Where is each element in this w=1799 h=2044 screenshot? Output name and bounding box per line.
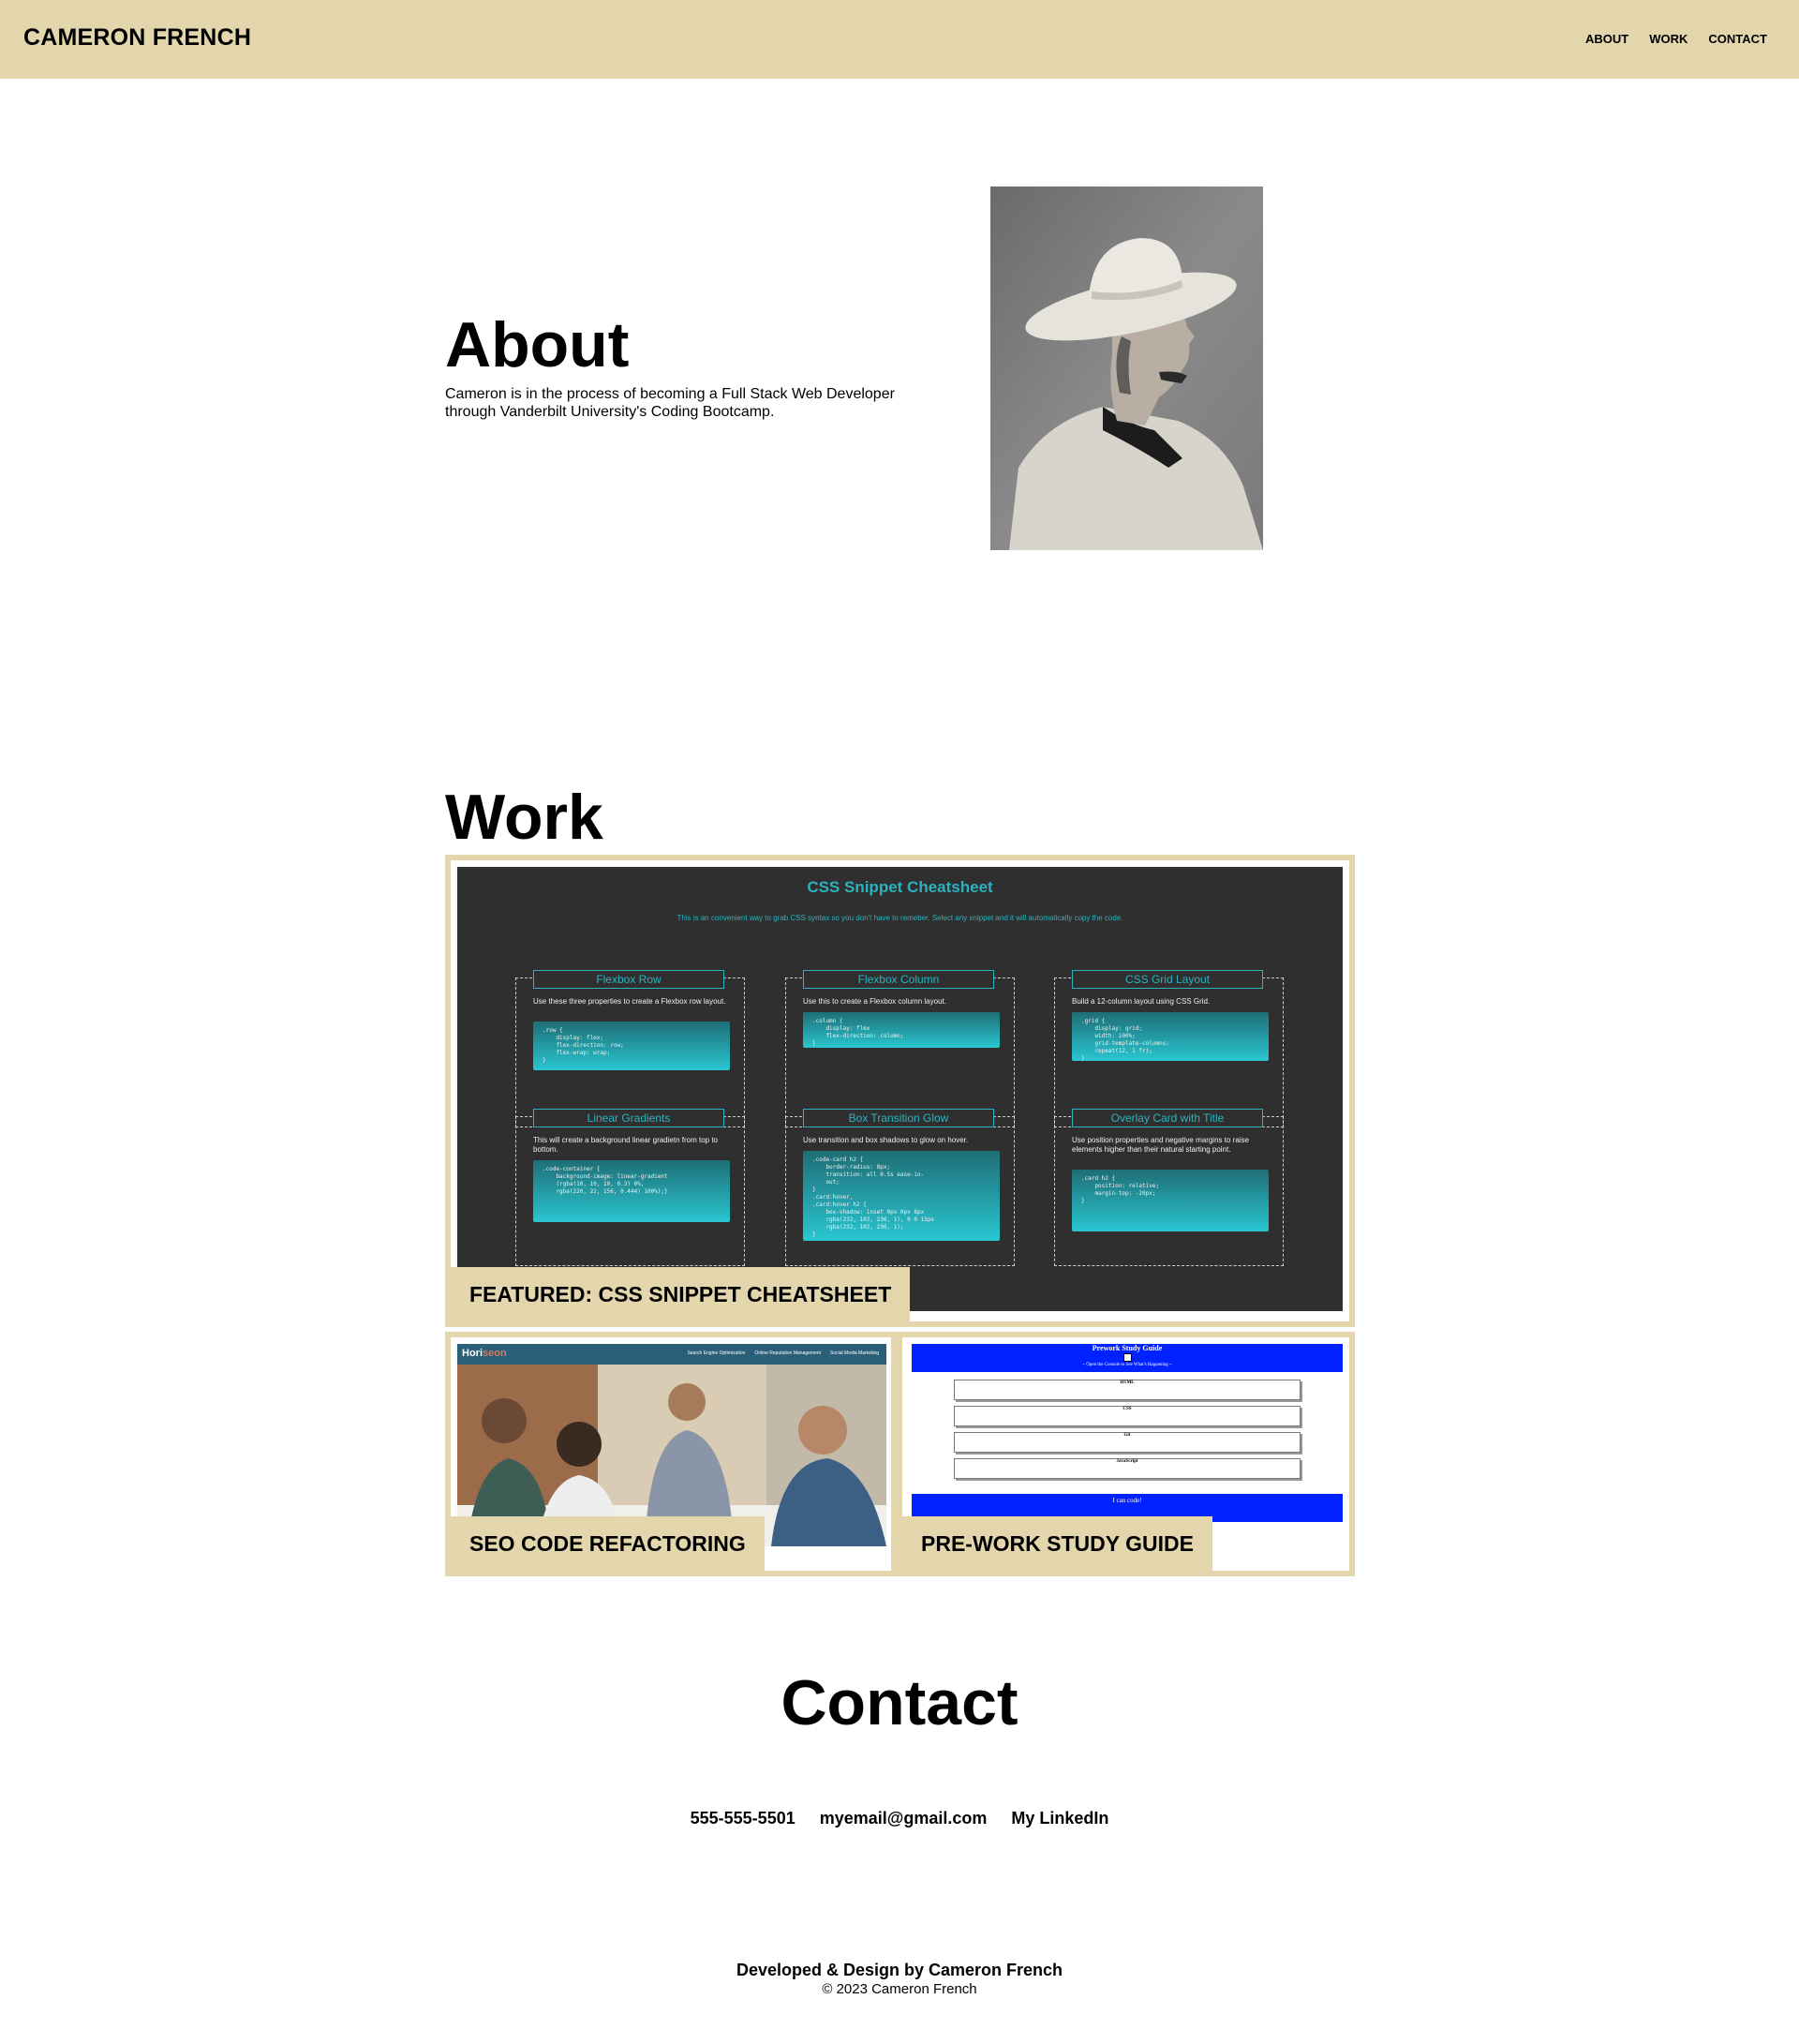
cheatsheet-subtitle: This is an convenient way to grab CSS sy… xyxy=(676,914,1123,922)
snippet-title: Flexbox Column xyxy=(803,970,994,989)
seo-logo: Horiseon xyxy=(462,1348,507,1359)
nav-link-contact[interactable]: CONTACT xyxy=(1708,32,1767,46)
site-header: CAMERON FRENCH ABOUT WORK CONTACT xyxy=(0,0,1799,79)
snippet-desc: Use these three properties to create a F… xyxy=(533,997,726,1006)
contact-links: 555-555-5501 myemail@gmail.com My Linked… xyxy=(0,1809,1799,1828)
snippet-title: Linear Gradients xyxy=(533,1109,724,1127)
main-nav: ABOUT WORK CONTACT xyxy=(1585,32,1767,46)
contact-linkedin-link[interactable]: My LinkedIn xyxy=(1011,1809,1108,1828)
snippet-title: CSS Grid Layout xyxy=(1072,970,1263,989)
prework-section: HTML xyxy=(954,1380,1301,1400)
nav-link-about[interactable]: ABOUT xyxy=(1585,32,1628,46)
prework-screenshot: Prework Study Guide ~ Open the Console t… xyxy=(912,1344,1343,1522)
featured-project-label[interactable]: FEATURED: CSS SNIPPET CHEATSHEET xyxy=(451,1267,911,1321)
snippet-code: .code-container { background-image: line… xyxy=(533,1160,730,1222)
prework-header: Prework Study Guide ~ Open the Console t… xyxy=(912,1344,1343,1372)
seo-project-label[interactable]: SEO CODE REFACTORING xyxy=(451,1516,765,1571)
snippet-desc: Use position properties and negative mar… xyxy=(1072,1136,1249,1154)
footer-credit: Developed & Design by Cameron French xyxy=(736,1961,1063,1979)
snippet-desc: Build a 12-column layout using CSS Grid. xyxy=(1072,997,1211,1006)
snippet-card: Box Transition Glow Use transition and b… xyxy=(785,1109,1015,1266)
prework-project-label[interactable]: PRE-WORK STUDY GUIDE xyxy=(902,1516,1212,1571)
seo-project-card[interactable]: Horiseon Search Engine Optimization Onli… xyxy=(445,1332,897,1576)
cheatsheet-screenshot: CSS Snippet Cheatsheet This is an conven… xyxy=(457,867,1343,1311)
prework-section: JavaScript xyxy=(954,1458,1301,1479)
snippet-title: Flexbox Row xyxy=(533,970,724,989)
contact-heading: Contact xyxy=(781,1667,1018,1738)
snippet-desc: This will create a background linear gra… xyxy=(533,1136,718,1154)
snippet-card: Flexbox Row Use these three properties t… xyxy=(515,970,745,1127)
contact-phone-link[interactable]: 555-555-5501 xyxy=(691,1809,795,1828)
featured-project-card[interactable]: CSS Snippet Cheatsheet This is an conven… xyxy=(445,855,1355,1327)
nav-link-work[interactable]: WORK xyxy=(1649,32,1687,46)
prework-section: CSS xyxy=(954,1406,1301,1426)
profile-photo xyxy=(990,186,1263,550)
snippet-desc: Use transition and box shadows to glow o… xyxy=(803,1136,969,1144)
seo-menu: Search Engine Optimization Online Reputa… xyxy=(687,1350,879,1356)
snippet-title: Overlay Card with Title xyxy=(1072,1109,1263,1127)
snippet-card: Flexbox Column Use this to create a Flex… xyxy=(785,970,1015,1127)
snippet-code: .row { display: flex; flex-direction: ro… xyxy=(533,1022,730,1070)
snippet-code: .card h2 { position: relative; margin-to… xyxy=(1072,1170,1269,1231)
prework-logo-icon xyxy=(1123,1353,1132,1362)
snippet-title: Box Transition Glow xyxy=(803,1109,994,1127)
snippet-code: .grid { display: grid; width: 100%; grid… xyxy=(1072,1012,1269,1062)
cheatsheet-title: CSS Snippet Cheatsheet xyxy=(807,878,993,896)
footer-copyright: © 2023 Cameron French xyxy=(822,1981,977,1997)
seo-header-bar: Horiseon Search Engine Optimization Onli… xyxy=(457,1344,886,1365)
snippet-desc: Use this to create a Flexbox column layo… xyxy=(803,997,946,1006)
snippet-card: Overlay Card with Title Use position pro… xyxy=(1054,1109,1284,1266)
prework-project-card[interactable]: Prework Study Guide ~ Open the Console t… xyxy=(897,1332,1355,1576)
profile-photo-image xyxy=(990,186,1263,550)
snippet-card: Linear Gradients This will create a back… xyxy=(515,1109,745,1266)
site-brand[interactable]: CAMERON FRENCH xyxy=(23,24,251,52)
contact-email-link[interactable]: myemail@gmail.com xyxy=(820,1809,988,1828)
work-heading: Work xyxy=(445,782,603,853)
snippet-card: CSS Grid Layout Build a 12-column layout… xyxy=(1054,970,1284,1127)
prework-section: Git xyxy=(954,1432,1301,1453)
snippet-code: .column { display: flex flex-direction: … xyxy=(803,1012,1000,1048)
snippet-code: .code-card h2 { border-radius: 8px; tran… xyxy=(803,1151,1000,1241)
about-heading: About xyxy=(445,309,630,380)
about-description: Cameron is in the process of becoming a … xyxy=(445,386,895,420)
